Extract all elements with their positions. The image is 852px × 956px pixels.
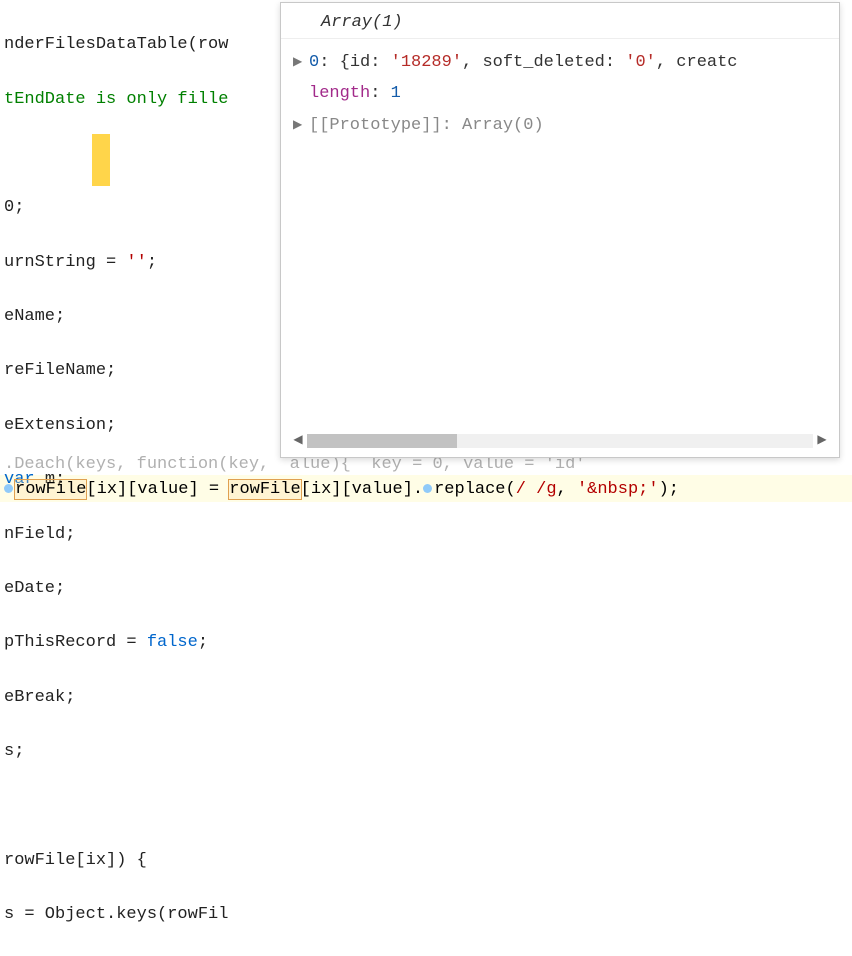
expand-arrow-icon[interactable]: ▶ — [293, 53, 309, 72]
code-line: pThisRecord = false; — [4, 629, 852, 656]
debug-marker-icon — [4, 484, 13, 493]
scroll-right-icon[interactable]: ▶ — [813, 432, 831, 450]
code-line: eBreak; — [4, 684, 852, 711]
code-line: eDate; — [4, 575, 852, 602]
tooltip-header: Array(1) — [281, 3, 839, 39]
code-line — [4, 792, 852, 819]
expand-arrow-icon[interactable]: ▶ — [293, 116, 309, 135]
current-debug-line: rowFile[ix][value] = rowFile[ix][value].… — [4, 476, 679, 503]
debug-value-tooltip: Array(1) ▶ 0: {id: '18289', soft_deleted… — [280, 2, 840, 458]
code-line: rowFile[ix]) { — [4, 847, 852, 874]
scroll-track[interactable] — [307, 434, 813, 448]
code-line: s = Object.keys(rowFil — [4, 901, 852, 928]
code-line: nField; — [4, 521, 852, 548]
tooltip-row[interactable]: ▶ 0: {id: '18289', soft_deleted: '0', cr… — [293, 47, 831, 78]
tooltip-row[interactable]: ▶ [[Prototype]]: Array(0) — [293, 110, 831, 141]
tooltip-row: length: 1 — [293, 78, 831, 109]
debug-marker-icon — [423, 484, 432, 493]
tooltip-body: ▶ 0: {id: '18289', soft_deleted: '0', cr… — [281, 39, 839, 149]
scroll-left-icon[interactable]: ◀ — [289, 432, 307, 450]
horizontal-scrollbar[interactable]: ◀ ▶ — [289, 431, 831, 451]
text-highlight — [92, 134, 110, 186]
scroll-thumb[interactable] — [307, 434, 457, 448]
code-line: s; — [4, 738, 852, 765]
